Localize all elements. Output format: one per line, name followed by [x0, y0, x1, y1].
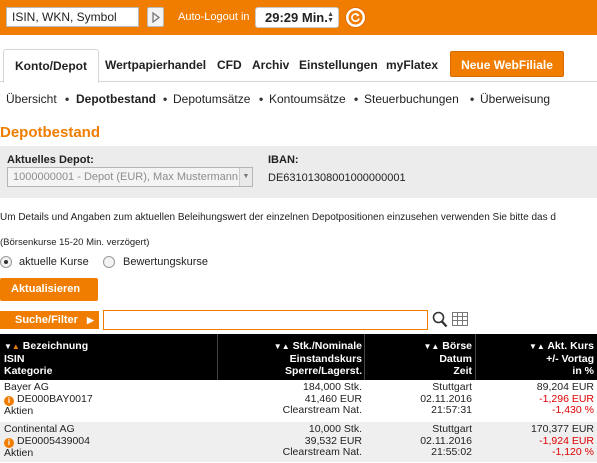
table-row[interactable]: Bayer AG i DE000BAY0017 Aktien 184,000 St…	[0, 381, 597, 421]
exchange-cell: Stuttgart 02.11.2016 21:57:31	[420, 381, 472, 416]
subnav-uebersicht[interactable]: Übersicht	[6, 92, 57, 106]
exchange-cell: Stuttgart 02.11.2016 21:55:02	[420, 423, 472, 458]
timer-spinner-icon: ▲ ▼	[327, 11, 334, 24]
header-col-stueck[interactable]: ▼▲ Stk./Nominale Einstandskurs Sperre/La…	[274, 340, 362, 377]
logout-timer[interactable]: 29:29 Min. ▲ ▼	[255, 7, 339, 28]
main-tabs: Konto/Depot Wertpapierhandel CFD Archiv …	[0, 49, 597, 83]
position-cell: Bayer AG i DE000BAY0017 Aktien	[4, 381, 93, 417]
subnav-steuerbuchungen[interactable]: Steuerbuchungen	[364, 92, 459, 106]
depot-select-value: 1000000001 - Depot (EUR), Max Mustermann	[13, 171, 238, 183]
go-arrow-icon	[152, 12, 161, 23]
subnav-separator: •	[163, 92, 168, 106]
sort-icon: ▼▲	[273, 342, 290, 351]
arrow-right-icon: ▶	[87, 315, 94, 325]
tab-cfd[interactable]: CFD	[217, 58, 242, 72]
search-icon[interactable]	[432, 311, 448, 328]
column-divider	[475, 334, 476, 380]
subnav-separator: •	[259, 92, 264, 106]
table-settings-icon[interactable]	[452, 312, 468, 326]
search-filter-label: Suche/Filter	[15, 314, 78, 326]
tab-konto-depot[interactable]: Konto/Depot	[3, 49, 99, 83]
table-header: ▼▲ Bezeichnung ISIN Kategorie ▼▲ Stk./No…	[0, 334, 597, 380]
auto-logout-label: Auto-Logout in	[178, 11, 250, 23]
position-cell: Continental AG i DE0005439004 Aktien	[4, 423, 90, 459]
iban-value: DE63101308001000000001	[268, 172, 406, 184]
subnav-kontoumsaetze[interactable]: Kontoumsätze	[269, 92, 346, 106]
iban-label: IBAN:	[268, 154, 299, 166]
column-divider	[217, 334, 218, 380]
radio-bewertungskurse-label[interactable]: Bewertungskurse	[123, 256, 208, 268]
search-button[interactable]	[147, 7, 164, 27]
depot-label: Aktuelles Depot:	[7, 154, 94, 166]
page-title: Depotbestand	[0, 124, 101, 141]
subnav-separator: •	[65, 92, 70, 106]
quantity-cell: 10,000 Stk. 39,532 EUR Clearstream Nat.	[282, 423, 362, 458]
position-name[interactable]: Continental AG	[4, 423, 75, 435]
sort-icon: ▼▲	[528, 342, 545, 351]
depot-select[interactable]: 1000000001 - Depot (EUR), Max Mustermann…	[7, 167, 253, 187]
column-divider	[364, 334, 365, 380]
neue-webfiliale-button[interactable]: Neue WebFiliale	[450, 51, 564, 77]
refresh-timer-button[interactable]	[345, 7, 366, 28]
subnav-ueberweisung[interactable]: Überweisung	[480, 92, 550, 106]
header-col-boerse[interactable]: ▼▲ Börse Datum Zeit	[423, 340, 472, 377]
radio-aktuelle-kurse-label[interactable]: aktuelle Kurse	[19, 256, 89, 268]
top-bar: Auto-Logout in 29:29 Min. ▲▼	[0, 0, 597, 35]
price-cell: 170,377 EUR -1,924 EUR -1,120 %	[530, 423, 594, 458]
radio-aktuelle-kurse[interactable]	[0, 256, 12, 268]
position-category: Aktien	[4, 446, 34, 459]
header-col-bezeichnung[interactable]: ▼▲ Bezeichnung ISIN Kategorie	[4, 340, 88, 377]
aktualisieren-button[interactable]: Aktualisieren	[0, 278, 98, 301]
subnav-depotumsaetze[interactable]: Depotumsätze	[173, 92, 250, 106]
chevron-down-icon: ▼	[239, 168, 252, 186]
filter-input[interactable]	[103, 310, 428, 330]
quantity-cell: 184,000 Stk. 41,460 EUR Clearstream Nat.	[282, 381, 362, 416]
refresh-icon	[348, 10, 363, 25]
subnav-separator: •	[354, 92, 359, 106]
sort-icon: ▼▲	[423, 342, 440, 351]
position-isin: DE000BAY0017	[17, 392, 93, 405]
position-category: Aktien	[4, 404, 34, 417]
header-col-kurs[interactable]: ▼▲ Akt. Kurs +/- Vortag in %	[529, 340, 594, 377]
tab-einstellungen[interactable]: Einstellungen	[299, 58, 378, 72]
search-filter-button[interactable]: Suche/Filter ▶	[0, 311, 99, 329]
price-cell: 89,204 EUR -1,296 EUR -1,430 %	[536, 381, 594, 416]
timer-value: 29:29 Min.	[265, 10, 328, 25]
position-isin: DE0005439004	[17, 434, 90, 447]
subnav-depotbestand[interactable]: Depotbestand	[76, 92, 156, 106]
tab-archiv[interactable]: Archiv	[252, 58, 289, 72]
radio-bewertungskurse[interactable]	[103, 256, 115, 268]
sort-asc-icon: ▲	[11, 342, 20, 351]
position-name[interactable]: Bayer AG	[4, 381, 49, 393]
tab-myflatex[interactable]: myFlatex	[386, 58, 438, 72]
subnav-separator: •	[470, 92, 475, 106]
delay-note: (Börsenkurse 15-20 Min. verzögert)	[0, 237, 150, 248]
sort-icon: ▼	[4, 342, 12, 351]
search-input[interactable]	[6, 7, 139, 27]
sub-navigation: Übersicht • Depotbestand • Depotumsätze …	[0, 92, 597, 106]
table-row[interactable]: Continental AG i DE0005439004 Aktien 10,0…	[0, 422, 597, 462]
tab-wertpapierhandel[interactable]: Wertpapierhandel	[105, 58, 206, 72]
info-text: Um Details und Angaben zum aktuellen Bel…	[0, 212, 556, 223]
